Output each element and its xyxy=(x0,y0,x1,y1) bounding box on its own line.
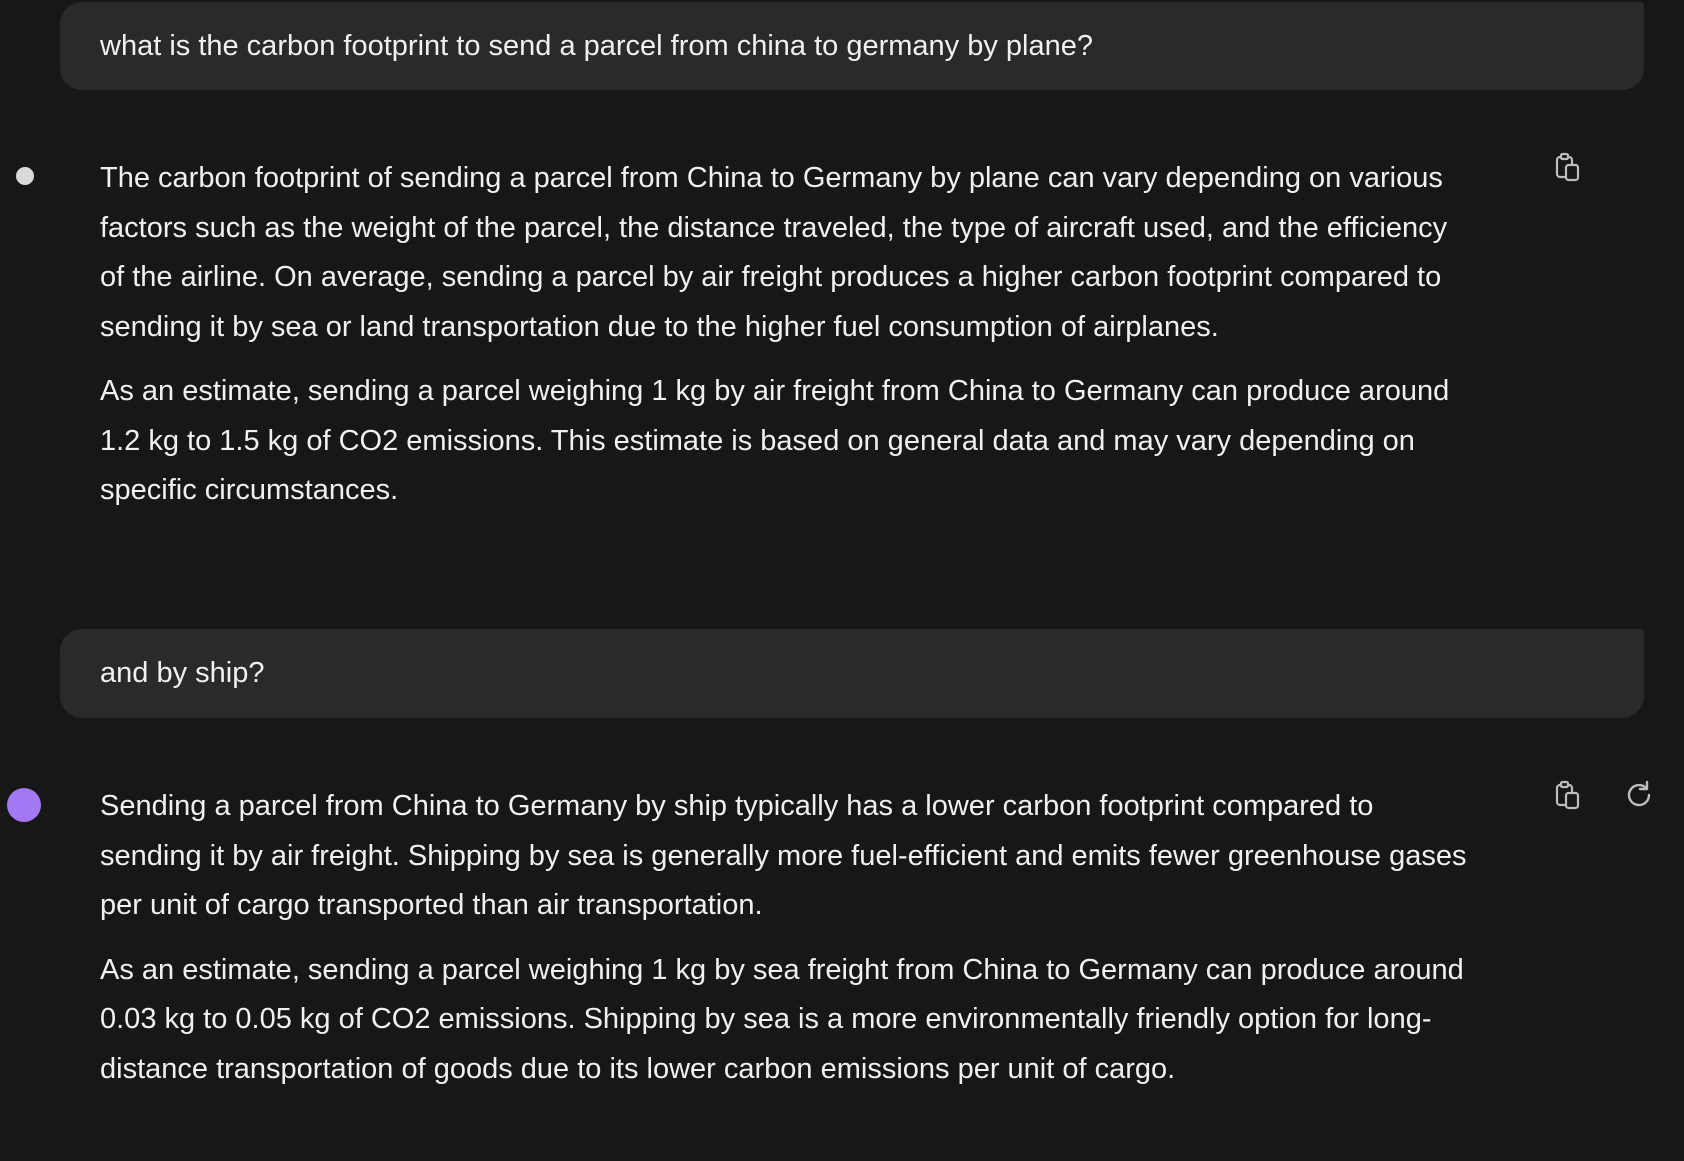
assistant-paragraph: The carbon footprint of sending a parcel… xyxy=(100,162,1448,343)
assistant-message: Sending a parcel from China to Germany b… xyxy=(100,782,1470,1094)
assistant-paragraph: As an estimate, sending a parcel weighin… xyxy=(100,953,1464,1085)
copy-button[interactable] xyxy=(1550,777,1586,813)
user-message-text: what is the carbon footprint to send a p… xyxy=(100,29,1094,62)
user-message: what is the carbon footprint to send a p… xyxy=(60,2,1644,90)
assistant-status-dot xyxy=(7,788,41,822)
copy-button[interactable] xyxy=(1550,149,1586,185)
clipboard-copy-icon xyxy=(1555,780,1580,810)
clipboard-copy-icon xyxy=(1555,152,1580,182)
user-message-text: and by ship? xyxy=(100,657,265,689)
assistant-message: The carbon footprint of sending a parcel… xyxy=(100,154,1470,516)
user-message: and by ship? xyxy=(60,629,1644,718)
regenerate-button[interactable] xyxy=(1621,777,1657,813)
assistant-paragraph: Sending a parcel from China to Germany b… xyxy=(100,790,1467,921)
assistant-paragraph: As an estimate, sending a parcel weighin… xyxy=(100,375,1450,506)
assistant-status-dot xyxy=(16,167,34,185)
refresh-icon xyxy=(1627,780,1651,807)
